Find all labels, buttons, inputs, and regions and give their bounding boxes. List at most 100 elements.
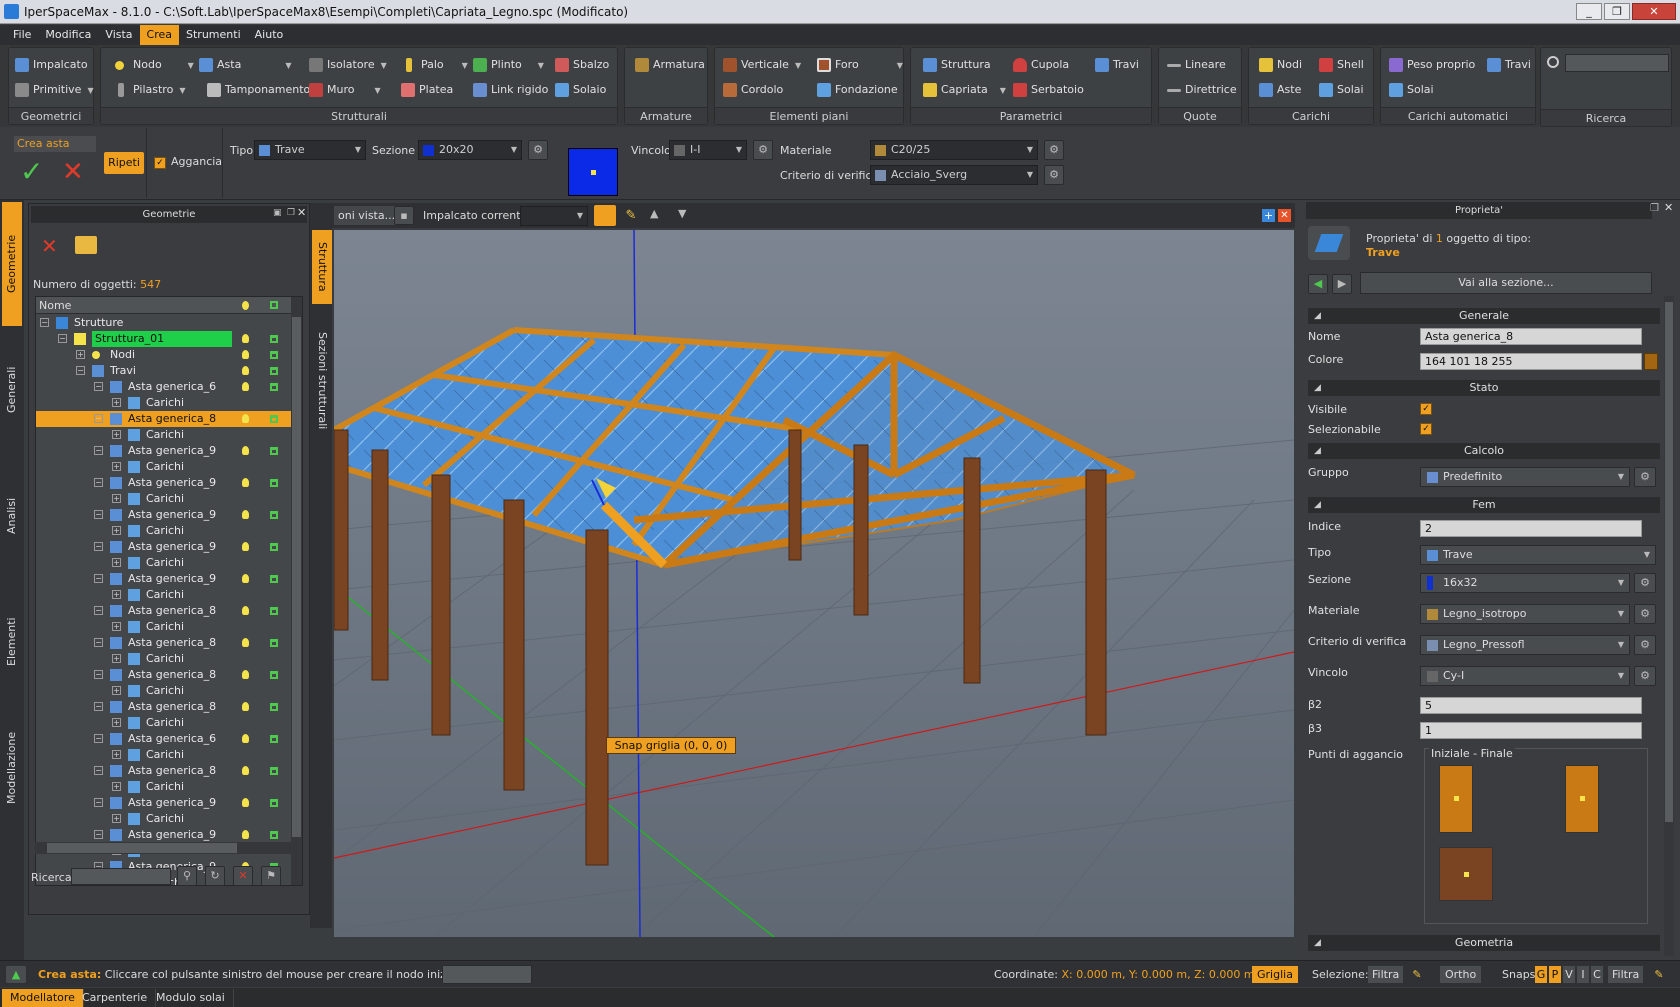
visibility-bulb-icon[interactable] — [242, 606, 249, 615]
tree-item[interactable]: + Carichi — [36, 651, 292, 667]
level-down-icon[interactable]: ▼ — [678, 207, 686, 220]
lock-icon[interactable] — [270, 415, 278, 423]
visibility-bulb-icon[interactable] — [242, 542, 249, 551]
ortho-toggle[interactable]: Ortho — [1440, 966, 1482, 983]
materiale-select[interactable]: C20/25 ▼ — [870, 140, 1038, 160]
tipo-select[interactable]: Trave ▼ — [254, 140, 366, 160]
nav-forward-button[interactable]: ▶ — [1332, 274, 1352, 294]
cupola-button[interactable]: Cupola — [1011, 54, 1069, 76]
tree-item[interactable]: − Struttura_01 — [36, 331, 292, 347]
goto-section-select[interactable]: Vai alla sezione... — [1360, 272, 1652, 294]
visibility-bulb-icon[interactable] — [242, 478, 249, 487]
expand-icon[interactable]: + — [112, 494, 121, 503]
lock-view-icon[interactable] — [594, 205, 616, 226]
snap-i-toggle[interactable]: I — [1577, 966, 1589, 983]
gruppo-edit-button[interactable]: ⚙ — [1634, 467, 1656, 487]
visibility-bulb-icon[interactable] — [242, 366, 249, 375]
tab-struttura[interactable]: Struttura — [312, 230, 332, 304]
cancel-x-icon[interactable]: ✕ — [62, 158, 84, 186]
lock-icon[interactable] — [270, 671, 278, 679]
materiale-prop-edit-button[interactable]: ⚙ — [1634, 604, 1656, 624]
close-button[interactable]: ✕ — [1632, 3, 1676, 20]
tree-item[interactable]: − Asta generica_9 — [36, 827, 292, 843]
visibility-bulb-icon[interactable] — [242, 798, 249, 807]
nome-field[interactable]: Asta generica_8 — [1420, 328, 1642, 345]
lock-icon[interactable] — [270, 575, 278, 583]
lock-icon[interactable] — [270, 367, 278, 375]
collapse-icon[interactable]: − — [94, 510, 103, 519]
capriata-button[interactable]: Capriata ▼ — [921, 79, 1006, 101]
aggancia-checkbox[interactable]: ✓ — [154, 157, 166, 169]
lock-icon[interactable] — [270, 799, 278, 807]
lock-icon[interactable] — [270, 335, 278, 343]
selection-tool-icon[interactable]: ✎ — [1408, 966, 1426, 983]
lock-icon[interactable] — [270, 543, 278, 551]
tree-item[interactable]: − Travi — [36, 363, 292, 379]
tree-item[interactable]: − Asta generica_8 — [36, 699, 292, 715]
menu-strumenti[interactable]: Strumenti — [179, 25, 248, 45]
lock-icon[interactable] — [270, 511, 278, 519]
tab-sezioni-strutturali[interactable]: Sezioni strutturali — [312, 316, 332, 446]
visibility-bulb-icon[interactable] — [242, 446, 249, 455]
tree-item[interactable]: − Asta generica_8 — [36, 411, 292, 427]
tree-item[interactable]: − Asta generica_8 — [36, 603, 292, 619]
visibility-bulb-icon[interactable] — [242, 670, 249, 679]
verticale-button[interactable]: Verticale ▼ — [721, 54, 801, 76]
expand-icon[interactable]: + — [112, 622, 121, 631]
sezione-edit-button[interactable]: ⚙ — [528, 140, 548, 160]
collapse-icon[interactable]: − — [94, 734, 103, 743]
tree-item[interactable]: − Asta generica_6 — [36, 731, 292, 747]
tab-modellatore[interactable]: Modellatore — [2, 989, 84, 1007]
tamponamento-button[interactable]: Tamponamento — [205, 79, 310, 101]
menu-modifica[interactable]: Modifica — [38, 25, 98, 45]
tree-item[interactable]: − Asta generica_9 — [36, 507, 292, 523]
ribbon-search-input[interactable] — [1565, 54, 1669, 72]
expand-icon[interactable]: + — [112, 558, 121, 567]
gruppo-select[interactable]: Predefinito ▼ — [1420, 467, 1630, 487]
collapse-icon[interactable]: − — [94, 382, 103, 391]
collapse-icon[interactable]: − — [94, 446, 103, 455]
expand-icon[interactable]: + — [112, 398, 121, 407]
restore-button[interactable]: ❐ — [1604, 3, 1630, 20]
tree-item[interactable]: + Carichi — [36, 747, 292, 763]
sezione-select[interactable]: 20x20 ▼ — [418, 140, 522, 160]
isolatore-button[interactable]: Isolatore ▼ — [307, 54, 387, 76]
nodo-button[interactable]: Nodo ▼ — [113, 54, 194, 76]
tree-item[interactable]: − Asta generica_9 — [36, 443, 292, 459]
muro-button[interactable]: Muro ▼ — [307, 79, 381, 101]
visibility-bulb-icon[interactable] — [242, 830, 249, 839]
expand-icon[interactable]: + — [112, 462, 121, 471]
visibility-bulb-icon[interactable] — [242, 766, 249, 775]
collapse-icon[interactable]: − — [58, 334, 67, 343]
lock-icon[interactable] — [270, 447, 278, 455]
lock-icon[interactable] — [270, 831, 278, 839]
indice-field[interactable]: 2 — [1420, 520, 1642, 537]
wrench-icon[interactable]: ✎ — [622, 207, 640, 225]
collapse-icon[interactable]: − — [94, 542, 103, 551]
section-geometria[interactable]: ◢ Geometria — [1308, 935, 1660, 951]
tree-item[interactable]: − Asta generica_9 — [36, 475, 292, 491]
collapse-icon[interactable]: − — [94, 766, 103, 775]
collapse-icon[interactable]: − — [94, 478, 103, 487]
lock-icon[interactable] — [270, 703, 278, 711]
float-icon[interactable]: ❐ — [287, 208, 295, 218]
view-options-tab[interactable]: oni vista... — [334, 206, 400, 225]
pilastro-button[interactable]: Pilastro ▼ — [113, 79, 185, 101]
view-settings-button[interactable]: ▪ — [394, 206, 414, 225]
section-stato[interactable]: ◢ Stato — [1308, 380, 1660, 396]
collapse-icon[interactable]: − — [94, 702, 103, 711]
tree-item[interactable]: + Carichi — [36, 683, 292, 699]
nav-back-button[interactable]: ◀ — [1308, 274, 1328, 294]
tree-item[interactable]: + Carichi — [36, 523, 292, 539]
expand-icon[interactable]: + — [112, 750, 121, 759]
vincolo-prop-edit-button[interactable]: ⚙ — [1634, 666, 1656, 686]
attach-section-grid[interactable] — [1439, 847, 1493, 901]
collapse-icon[interactable]: − — [94, 638, 103, 647]
collapse-icon[interactable]: − — [94, 414, 103, 423]
search-refresh-button[interactable]: ↻ — [205, 866, 225, 886]
selezionabile-checkbox[interactable]: ✓ — [1420, 423, 1432, 435]
add-view-icon[interactable]: + — [1262, 209, 1275, 222]
expand-icon[interactable]: + — [112, 590, 121, 599]
collapse-icon[interactable]: − — [94, 670, 103, 679]
peso-proprio-button[interactable]: Peso proprio — [1387, 54, 1475, 76]
